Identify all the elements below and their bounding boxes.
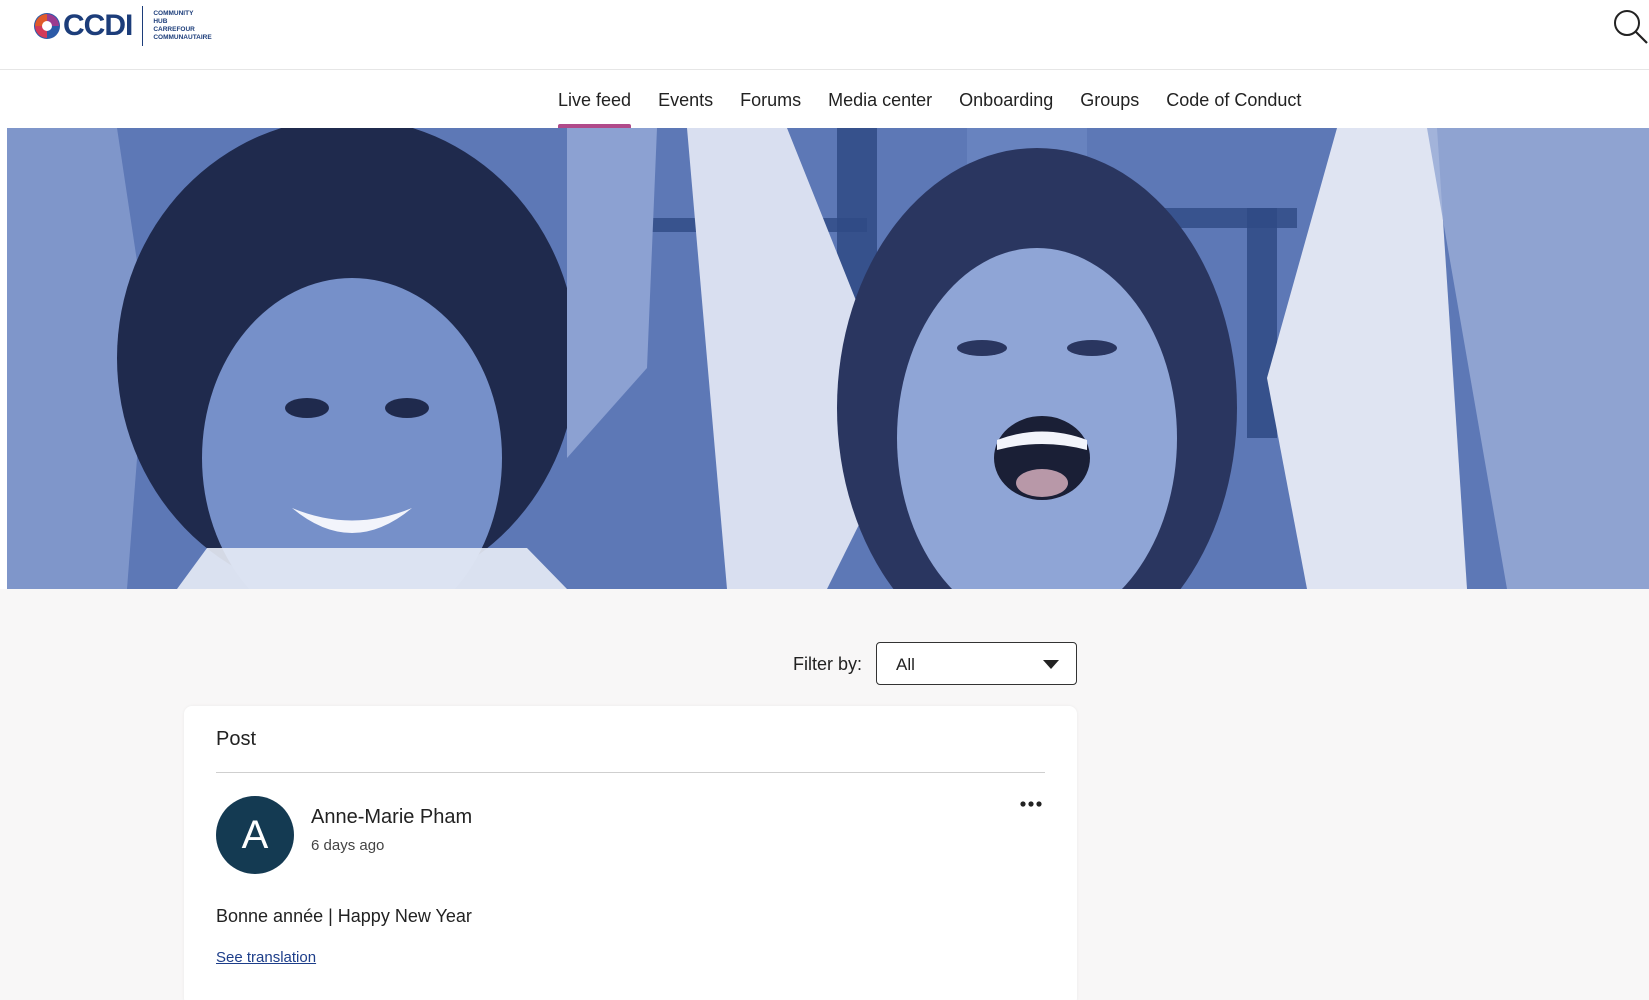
nav-items: Live feed Events Forums Media center Onb…	[558, 71, 1328, 128]
nav-item-media-center[interactable]: Media center	[828, 71, 932, 128]
nav-item-forums[interactable]: Forums	[740, 71, 801, 128]
nav-item-live-feed[interactable]: Live feed	[558, 71, 632, 128]
logo-subtitle: COMMUNITY HUB CARREFOUR COMMUNAUTAIRE	[153, 10, 211, 42]
hero-illustration	[7, 128, 1649, 589]
more-horizontal-icon	[1020, 801, 1042, 807]
search-button[interactable]	[1610, 4, 1649, 44]
search-icon	[1614, 10, 1648, 44]
top-header: CCDI COMMUNITY HUB CARREFOUR COMMUNAUTAI…	[0, 0, 1649, 70]
feed-content: Filter by: All Post A Anne-Marie Pham 6 …	[0, 589, 1649, 1000]
hero-banner-image	[7, 128, 1649, 589]
logo-wordmark: CCDI	[63, 9, 133, 42]
post-timestamp: 6 days ago	[311, 837, 385, 854]
main-nav: Live feed Events Forums Media center Onb…	[0, 71, 1649, 128]
post-body-text: Bonne année | Happy New Year	[216, 906, 472, 926]
filter-selected-value: All	[896, 655, 915, 674]
ccdi-logo[interactable]: CCDI COMMUNITY HUB CARREFOUR COMMUNAUTAI…	[32, 6, 212, 46]
logo-sub-line: COMMUNAUTAIRE	[153, 34, 212, 41]
nav-item-code-of-conduct[interactable]: Code of Conduct	[1166, 71, 1301, 128]
logo-divider	[142, 6, 144, 46]
nav-item-onboarding[interactable]: Onboarding	[959, 71, 1053, 128]
filter-label: Filter by:	[793, 654, 863, 674]
post-author-name[interactable]: Anne-Marie Pham	[311, 806, 472, 829]
nav-item-groups[interactable]: Groups	[1080, 71, 1139, 128]
filter-dropdown[interactable]: All	[876, 642, 1077, 685]
logo-sub-line: COMMUNITY	[153, 10, 194, 17]
post-section-title: Post	[216, 728, 257, 750]
post-divider	[216, 772, 1045, 773]
see-translation-link[interactable]: See translation	[216, 949, 316, 966]
logo-sub-line: HUB	[153, 18, 168, 25]
caret-down-icon	[1043, 660, 1059, 669]
post-card: Post A Anne-Marie Pham 6 days ago Bonne …	[184, 706, 1077, 1000]
logo-sub-line: CARREFOUR	[153, 26, 195, 33]
avatar[interactable]: A	[216, 796, 294, 874]
nav-item-events[interactable]: Events	[658, 71, 713, 128]
ccdi-logo-icon	[34, 13, 60, 39]
more-options-button[interactable]	[1019, 794, 1049, 814]
